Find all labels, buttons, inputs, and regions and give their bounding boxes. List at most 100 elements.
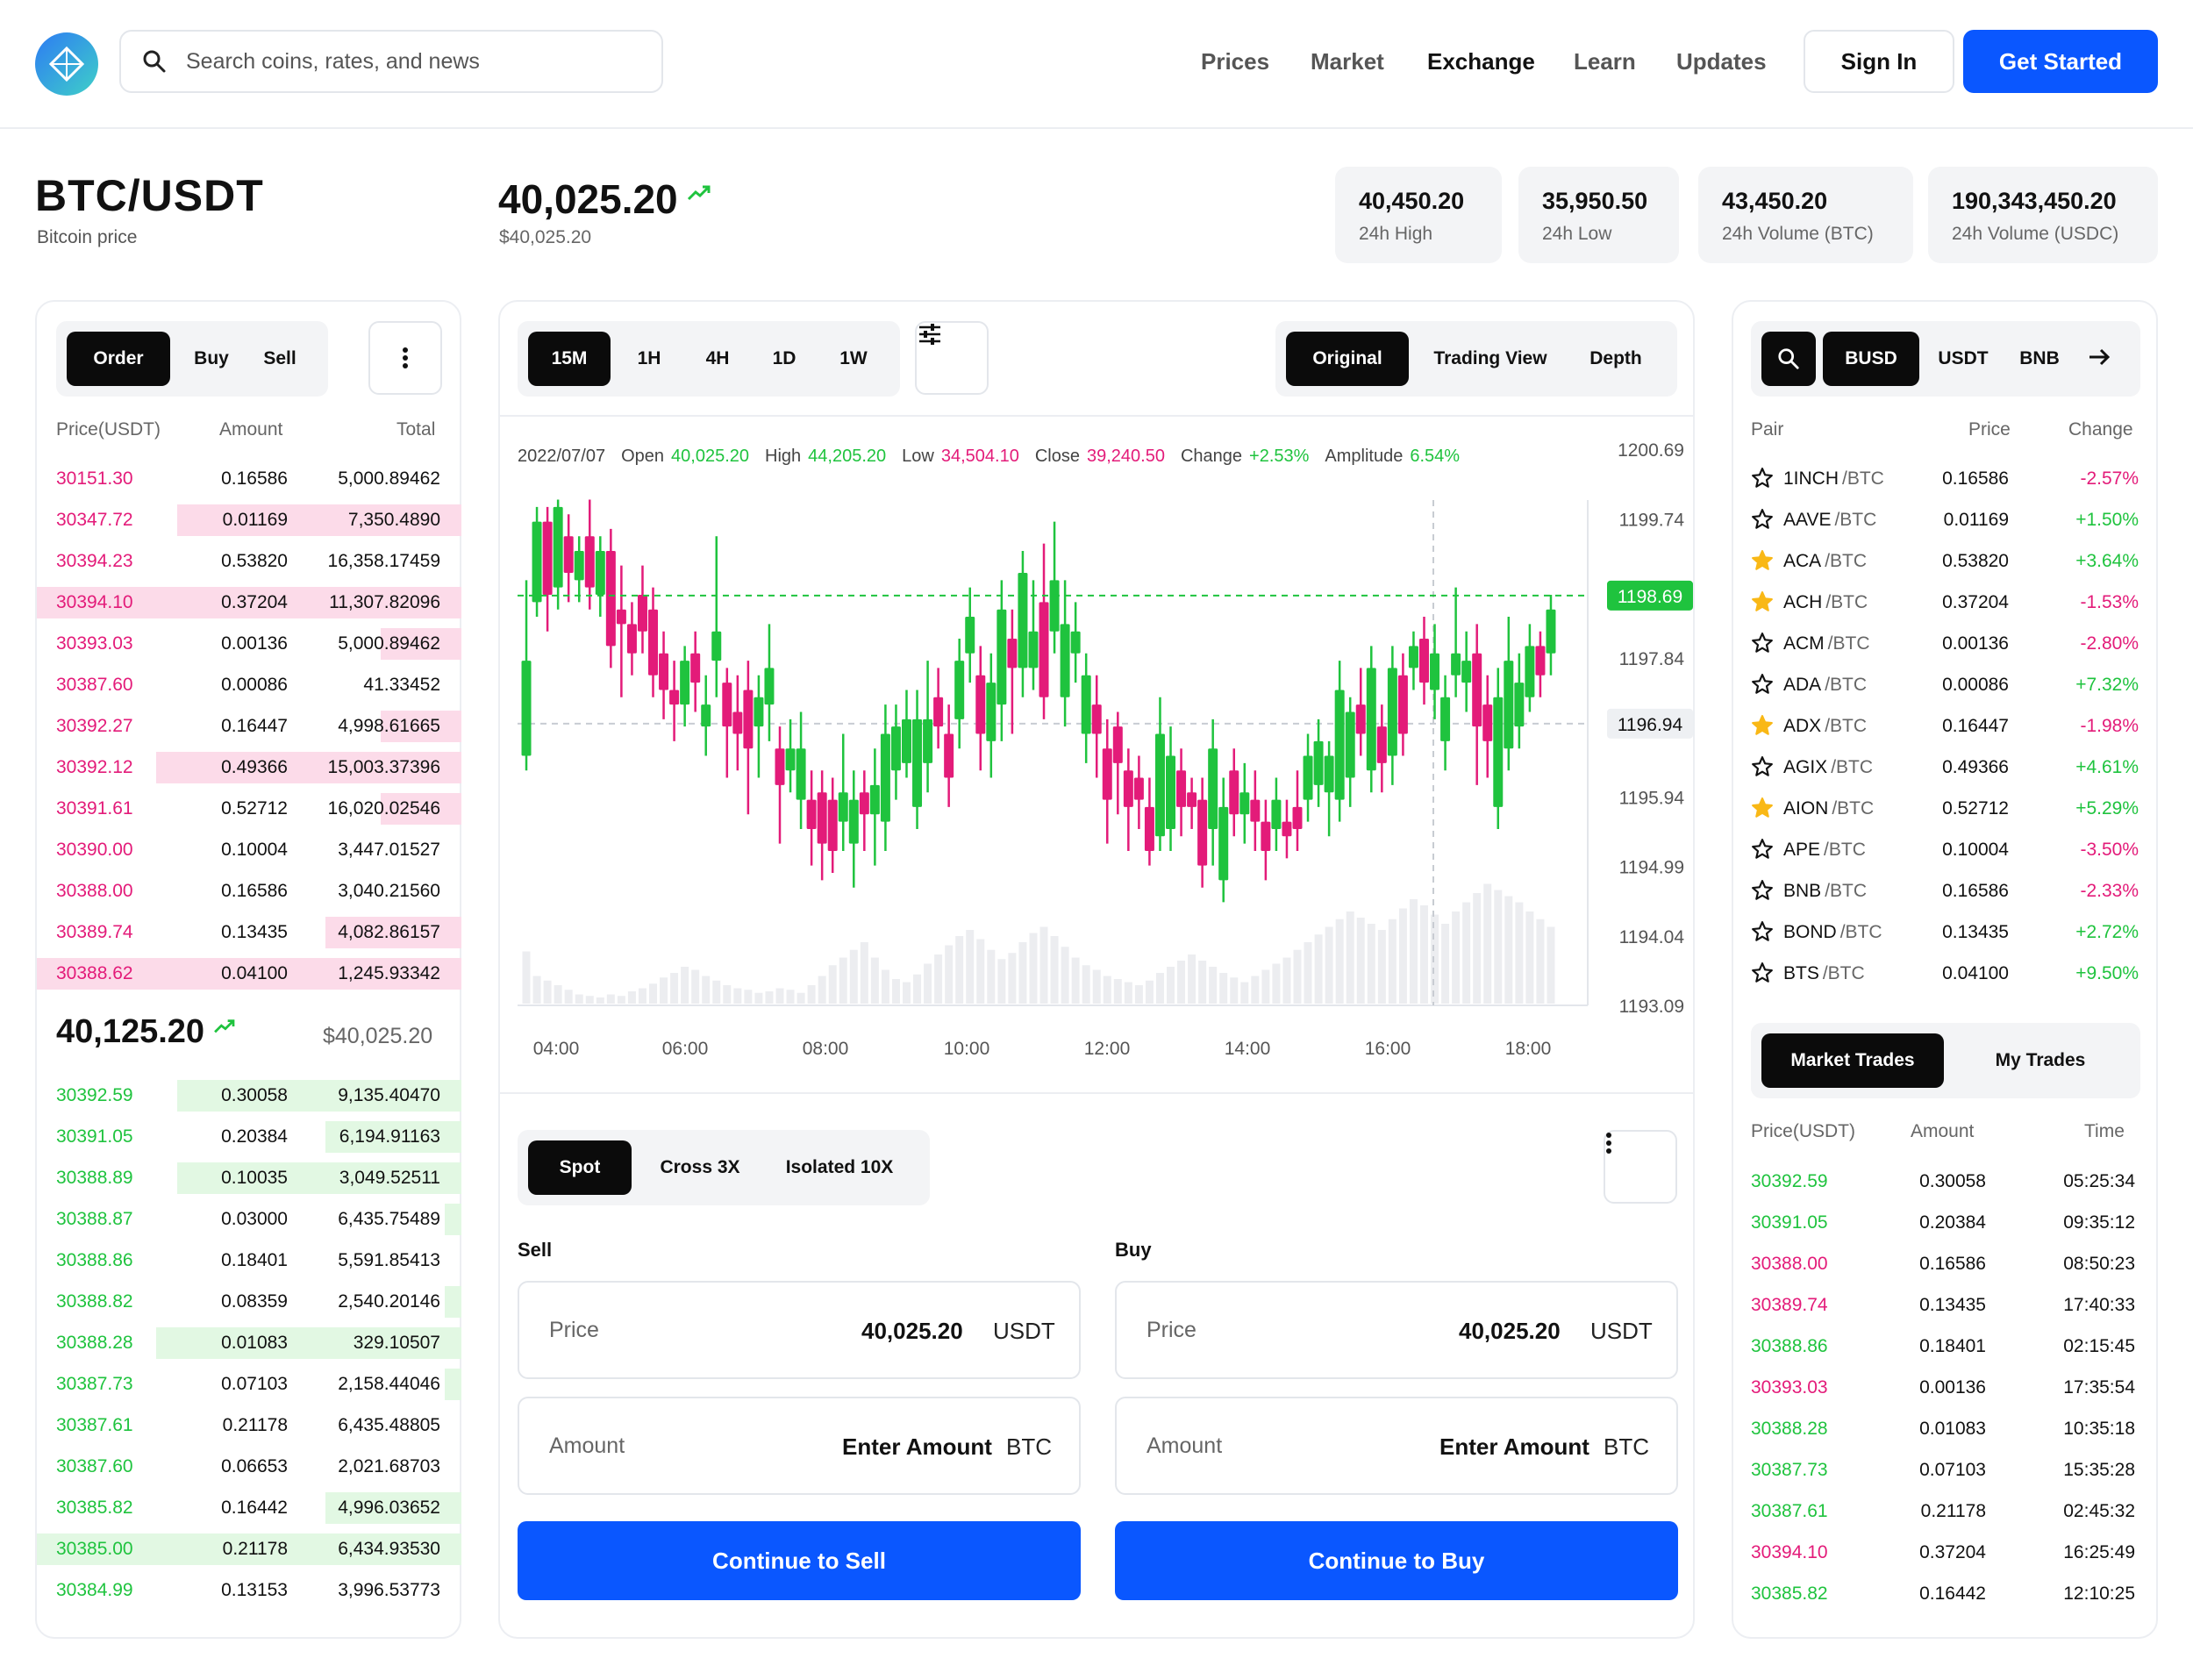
search-input[interactable] <box>186 48 642 75</box>
tab-market-trades[interactable]: Market Trades <box>1761 1033 1944 1088</box>
favorite-star-icon[interactable] <box>1751 590 1774 618</box>
trade-row[interactable]: 30387.61 0.21178 02:45:32 <box>1733 1494 2158 1529</box>
order-book-row[interactable]: 30387.73 0.07103 2,158.44046 <box>37 1367 461 1402</box>
trade-row[interactable]: 30388.86 0.18401 02:15:45 <box>1733 1329 2158 1364</box>
trade-row[interactable]: 30385.82 0.16442 12:10:25 <box>1733 1576 2158 1612</box>
trade-row[interactable]: 30391.05 0.20384 09:35:12 <box>1733 1205 2158 1240</box>
sell-amount-field[interactable]: Amount Enter Amount BTC <box>518 1397 1081 1495</box>
favorite-star-icon[interactable] <box>1751 632 1774 660</box>
order-book-row[interactable]: 30387.60 0.06653 2,021.68703 <box>37 1449 461 1484</box>
order-book-row[interactable]: 30387.60 0.00086 41.33452 <box>37 668 461 703</box>
trade-more-button[interactable] <box>1604 1130 1677 1204</box>
market-row[interactable]: AION/BTC 0.52712 +5.29% <box>1733 791 2158 826</box>
sell-price-value[interactable]: 40,025.20 <box>861 1318 963 1345</box>
market-tab-usdt[interactable]: USDT <box>1926 332 2000 386</box>
market-row[interactable]: ADA/BTC 0.00086 +7.32% <box>1733 668 2158 703</box>
order-book-more-button[interactable] <box>368 321 442 395</box>
favorite-star-icon[interactable] <box>1751 714 1774 742</box>
favorite-star-icon[interactable] <box>1751 467 1774 495</box>
trade-row[interactable]: 30387.73 0.07103 15:35:28 <box>1733 1453 2158 1488</box>
sell-price-field[interactable]: Price 40,025.20 USDT <box>518 1281 1081 1379</box>
favorite-star-icon[interactable] <box>1751 755 1774 783</box>
market-search-button[interactable] <box>1761 332 1816 386</box>
buy-price-value[interactable]: 40,025.20 <box>1459 1318 1561 1345</box>
market-row[interactable]: BNB/BTC 0.16586 -2.33% <box>1733 874 2158 909</box>
candle <box>1070 602 1081 683</box>
favorite-star-icon[interactable] <box>1751 673 1774 701</box>
buy-amount-field[interactable]: Amount Enter Amount BTC <box>1115 1397 1678 1495</box>
market-row[interactable]: ACA/BTC 0.53820 +3.64% <box>1733 544 2158 579</box>
order-book-row[interactable]: 30388.86 0.18401 5,591.85413 <box>37 1243 461 1278</box>
order-book-row[interactable]: 30391.05 0.20384 6,194.91163 <box>37 1119 461 1155</box>
order-book-row[interactable]: 30387.61 0.21178 6,435.48805 <box>37 1408 461 1443</box>
market-row[interactable]: ADX/BTC 0.16447 -1.98% <box>1733 709 2158 744</box>
order-book-row[interactable]: 30385.82 0.16442 4,996.03652 <box>37 1491 461 1526</box>
order-book-row[interactable]: 30390.00 0.10004 3,447.01527 <box>37 833 461 868</box>
order-book-row[interactable]: 30389.74 0.13435 4,082.86157 <box>37 915 461 950</box>
order-book-row[interactable]: 30394.10 0.37204 11,307.82096 <box>37 585 461 620</box>
favorite-star-icon[interactable] <box>1751 920 1774 948</box>
sign-in-button[interactable]: Sign In <box>1804 30 1954 93</box>
market-row[interactable]: AAVE/BTC 0.01169 +1.50% <box>1733 503 2158 538</box>
favorite-star-icon[interactable] <box>1751 549 1774 577</box>
get-started-button[interactable]: Get Started <box>1963 30 2158 93</box>
trade-row[interactable]: 30389.74 0.13435 17:40:33 <box>1733 1288 2158 1323</box>
order-book-row[interactable]: 30384.99 0.13153 3,996.53773 <box>37 1573 461 1608</box>
sell-amount-input[interactable]: Enter Amount <box>842 1433 992 1461</box>
order-book-row[interactable]: 30388.89 0.10035 3,049.52511 <box>37 1161 461 1196</box>
favorite-star-icon[interactable] <box>1751 508 1774 536</box>
nav-prices[interactable]: Prices <box>1201 48 1269 75</box>
market-tab-bnb[interactable]: BNB <box>2005 332 2074 386</box>
mode-cross[interactable]: Cross 3X <box>647 1140 753 1195</box>
market-row[interactable]: AGIX/BTC 0.49366 +4.61% <box>1733 750 2158 785</box>
search-box[interactable] <box>119 30 663 93</box>
mode-isolated[interactable]: Isolated 10X <box>763 1140 916 1195</box>
order-book-row[interactable]: 30392.12 0.49366 15,003.37396 <box>37 750 461 785</box>
favorite-star-icon[interactable] <box>1751 838 1774 866</box>
order-book-row[interactable]: 30347.72 0.01169 7,350.4890 <box>37 503 461 538</box>
order-book-row[interactable]: 30391.61 0.52712 16,020.02546 <box>37 791 461 826</box>
nav-learn[interactable]: Learn <box>1574 48 1636 75</box>
market-row[interactable]: BOND/BTC 0.13435 +2.72% <box>1733 915 2158 950</box>
order-book-row[interactable]: 30393.03 0.00136 5,000.89462 <box>37 626 461 661</box>
tab-my-trades[interactable]: My Trades <box>1953 1033 2128 1088</box>
order-book-row[interactable]: 30388.00 0.16586 3,040.21560 <box>37 874 461 909</box>
trade-row[interactable]: 30394.10 0.37204 16:25:49 <box>1733 1535 2158 1570</box>
order-book-row[interactable]: 30392.59 0.30058 9,135.40470 <box>37 1078 461 1113</box>
tab-buy[interactable]: Buy <box>179 332 244 386</box>
tab-order[interactable]: Order <box>67 332 170 386</box>
nav-market[interactable]: Market <box>1311 48 1384 75</box>
continue-to-buy-button[interactable]: Continue to Buy <box>1115 1521 1678 1600</box>
order-book-row[interactable]: 30392.27 0.16447 4,998.61665 <box>37 709 461 744</box>
buy-price-field[interactable]: Price 40,025.20 USDT <box>1115 1281 1678 1379</box>
trade-row[interactable]: 30392.59 0.30058 05:25:34 <box>1733 1164 2158 1199</box>
nav-updates[interactable]: Updates <box>1676 48 1767 75</box>
tab-sell[interactable]: Sell <box>247 332 312 386</box>
arrow-right-icon[interactable] <box>2086 344 2112 375</box>
order-book-row[interactable]: 30394.23 0.53820 16,358.17459 <box>37 544 461 579</box>
market-row[interactable]: APE/BTC 0.10004 -3.50% <box>1733 833 2158 868</box>
market-row[interactable]: BTS/BTC 0.04100 +9.50% <box>1733 956 2158 991</box>
order-book-row[interactable]: 30388.28 0.01083 329.10507 <box>37 1326 461 1361</box>
trade-row[interactable]: 30388.28 0.01083 10:35:18 <box>1733 1412 2158 1447</box>
continue-to-sell-button[interactable]: Continue to Sell <box>518 1521 1081 1600</box>
market-tab-busd[interactable]: BUSD <box>1823 332 1919 386</box>
market-row[interactable]: ACM/BTC 0.00136 -2.80% <box>1733 626 2158 661</box>
order-book-row[interactable]: 30388.62 0.04100 1,245.93342 <box>37 956 461 991</box>
favorite-star-icon[interactable] <box>1751 797 1774 825</box>
order-book-row[interactable]: 30388.82 0.08359 2,540.20146 <box>37 1284 461 1319</box>
favorite-star-icon[interactable] <box>1751 962 1774 990</box>
favorite-star-icon[interactable] <box>1751 879 1774 907</box>
candle <box>1218 777 1229 903</box>
order-book-row[interactable]: 30388.87 0.03000 6,435.75489 <box>37 1202 461 1237</box>
order-book-row[interactable]: 30151.30 0.16586 5,000.89462 <box>37 461 461 497</box>
market-row[interactable]: 1INCH/BTC 0.16586 -2.57% <box>1733 461 2158 497</box>
brand-logo[interactable] <box>35 32 98 96</box>
mode-spot[interactable]: Spot <box>528 1140 632 1195</box>
order-book-row[interactable]: 30385.00 0.21178 6,434.93530 <box>37 1532 461 1567</box>
trade-row[interactable]: 30393.03 0.00136 17:35:54 <box>1733 1370 2158 1405</box>
market-row[interactable]: ACH/BTC 0.37204 -1.53% <box>1733 585 2158 620</box>
trade-row[interactable]: 30388.00 0.16586 08:50:23 <box>1733 1247 2158 1282</box>
buy-amount-input[interactable]: Enter Amount <box>1439 1433 1589 1461</box>
nav-exchange[interactable]: Exchange <box>1427 48 1535 75</box>
